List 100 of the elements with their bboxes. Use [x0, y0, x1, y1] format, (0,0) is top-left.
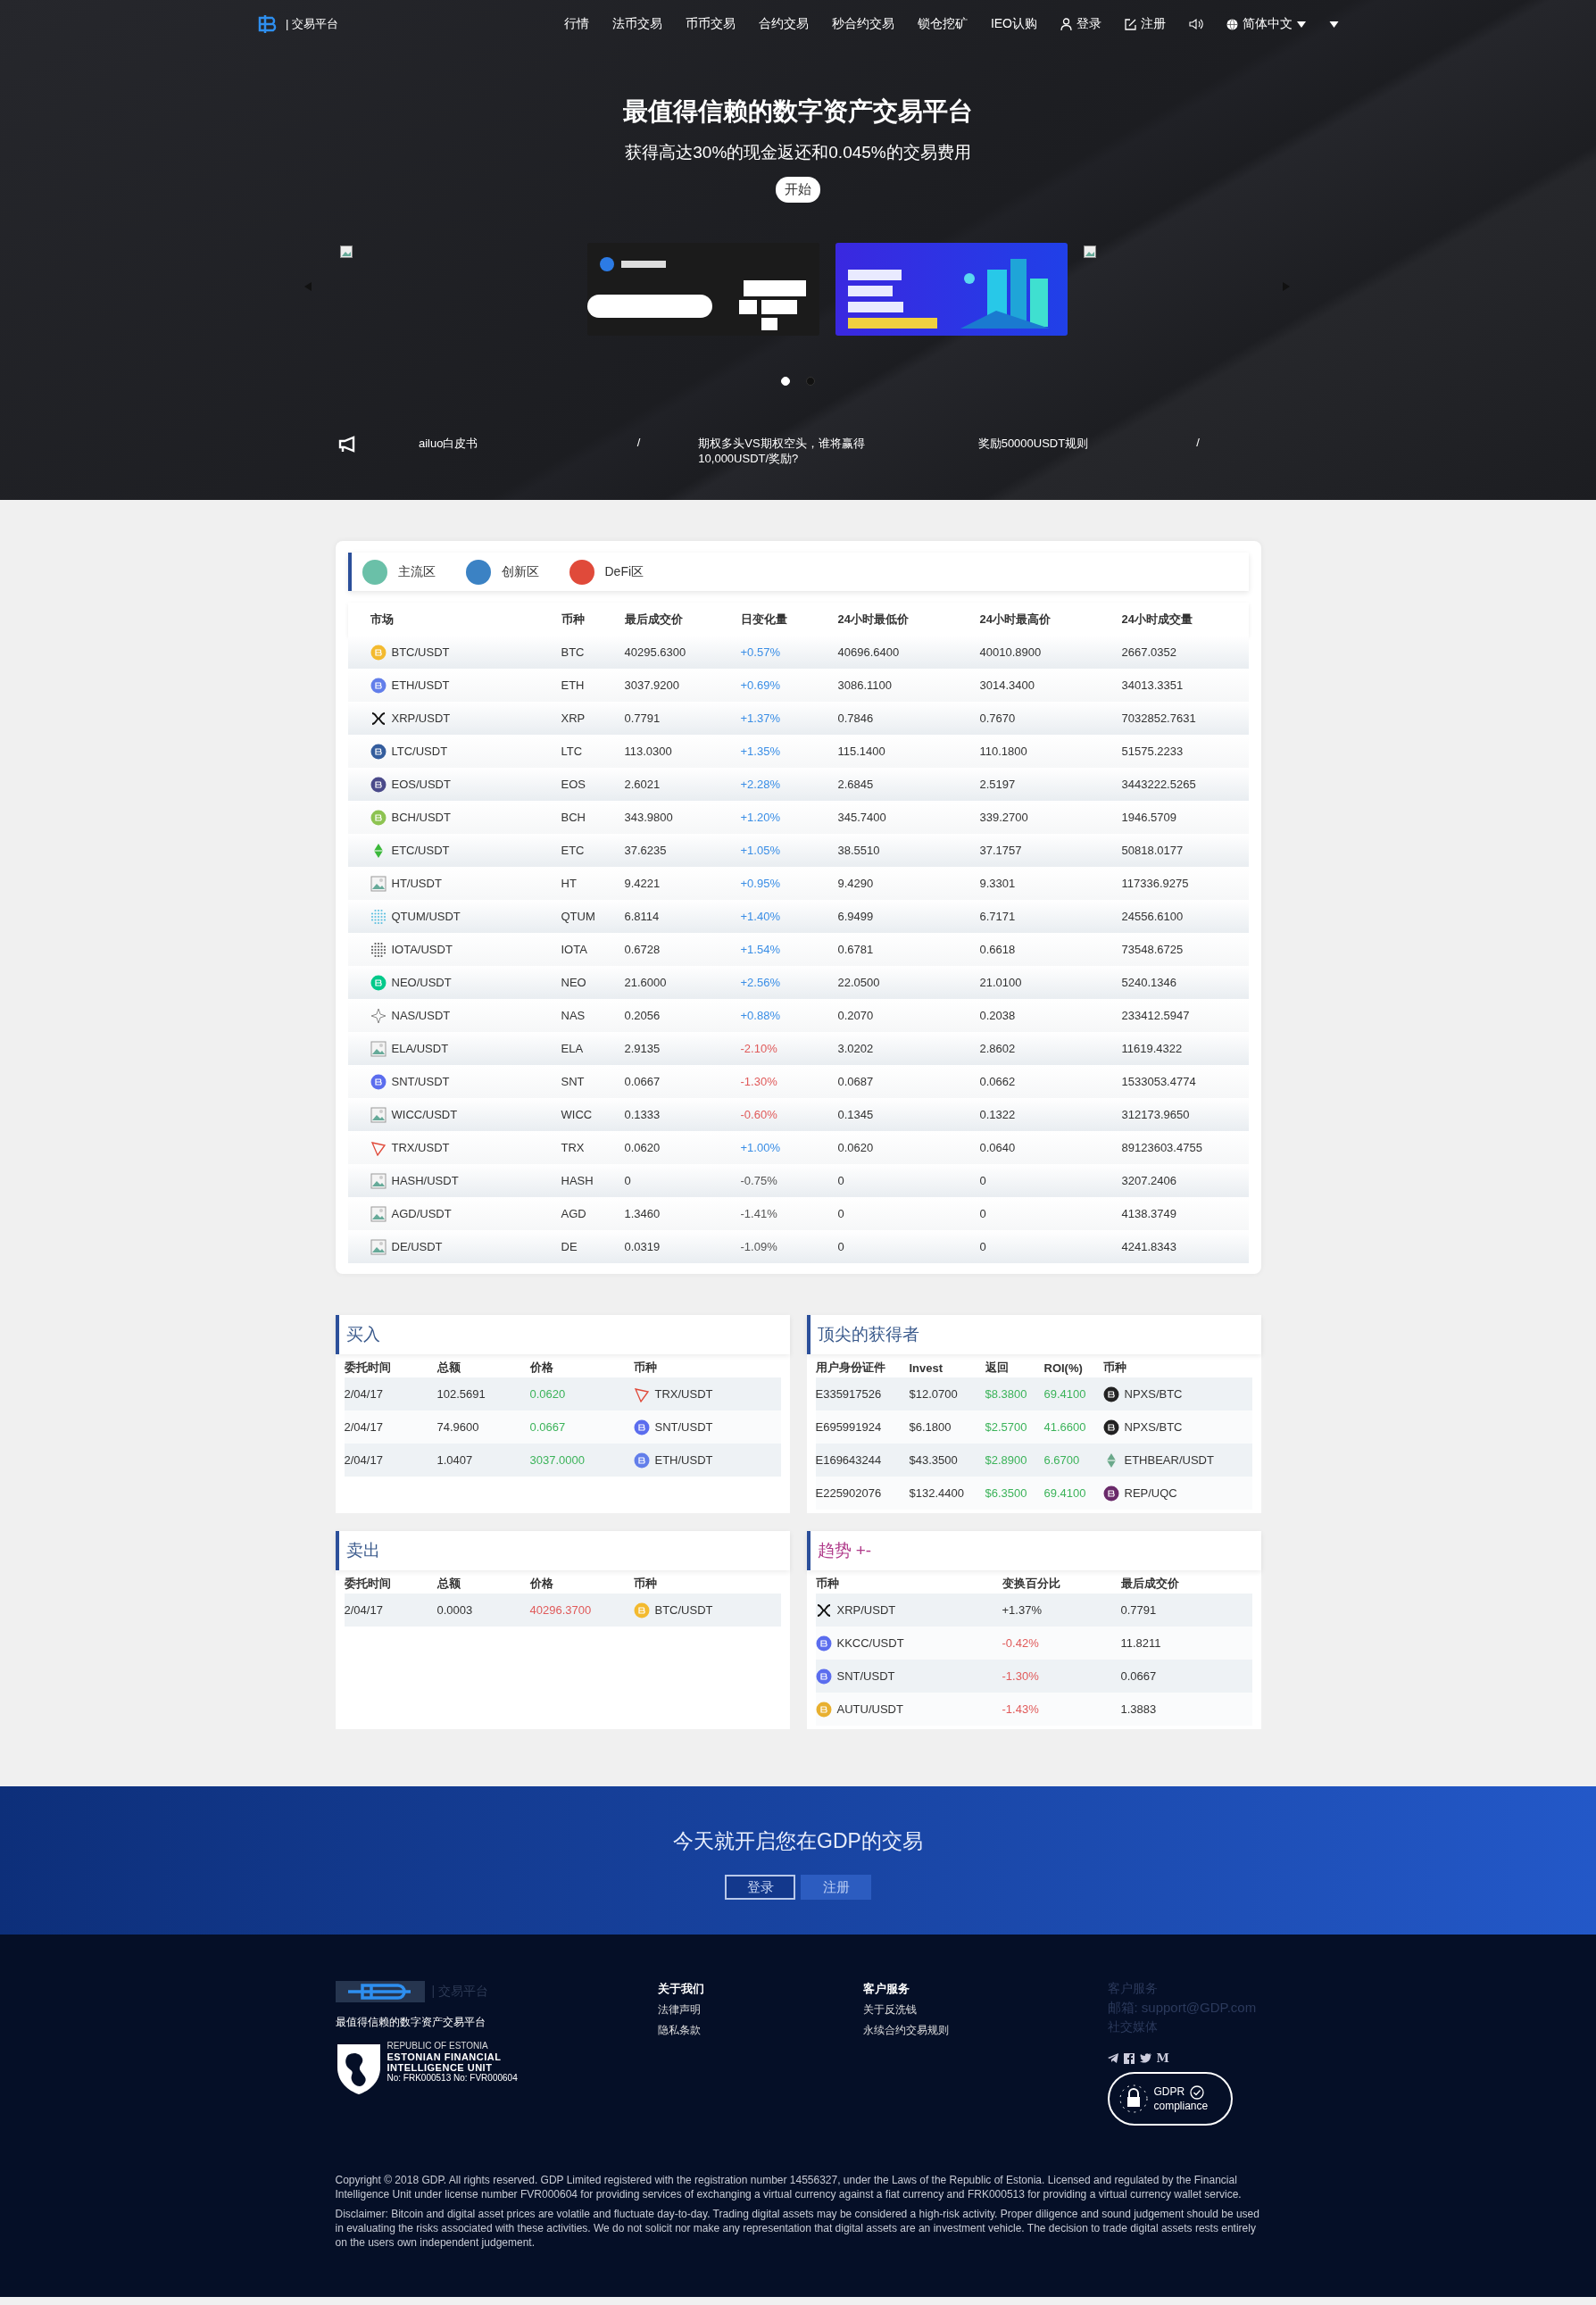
low-price: 345.7400: [837, 811, 887, 824]
last-price: 0.0667: [624, 1075, 661, 1088]
low-price: 3.0202: [837, 1042, 875, 1055]
last-price: 37.6235: [624, 844, 668, 857]
footer-link[interactable]: 永续合约交易规则: [862, 2023, 1108, 2038]
column-header: 价格: [529, 1576, 554, 1592]
last-price: 0.7791: [624, 711, 661, 725]
coin-icon: [633, 1452, 650, 1469]
zone-tab[interactable]: DeFi区: [569, 559, 644, 585]
low-price: 3086.1100: [837, 678, 893, 692]
login-link[interactable]: 登录: [1060, 16, 1101, 32]
last-price: 0.2056: [624, 1009, 661, 1022]
nav-link[interactable]: 秒合约交易: [831, 16, 894, 32]
last-price: 113.0300: [624, 745, 673, 758]
volume: 51575.2233: [1121, 745, 1185, 758]
return-amount: $2.5700: [985, 1420, 1028, 1434]
column-header: 委托时间: [344, 1360, 392, 1376]
high-price: 0.2038: [979, 1009, 1017, 1022]
coin-symbol: LTC: [561, 745, 584, 758]
nav-link[interactable]: 币币交易: [685, 16, 736, 32]
column-header: 用户身份证件: [815, 1360, 886, 1376]
return-amount: $6.3500: [985, 1486, 1028, 1500]
footer-link[interactable]: 关于反洗钱: [862, 2002, 1108, 2018]
caret-icon[interactable]: [1329, 21, 1339, 28]
carousel-dot[interactable]: [806, 377, 815, 386]
broken-image-icon: [370, 1040, 387, 1057]
column-header: 24小时成交量: [1121, 611, 1193, 628]
volume: 4138.3749: [1121, 1207, 1177, 1220]
coin-symbol: XRP: [561, 711, 586, 725]
volume: 50818.0177: [1121, 844, 1185, 857]
nav-link[interactable]: 合约交易: [758, 16, 809, 32]
column-header: 币种: [633, 1360, 658, 1376]
nav-link[interactable]: 锁仓挖矿: [917, 16, 968, 32]
last-price: 2.9135: [624, 1042, 661, 1055]
low-price: 0.6781: [837, 943, 875, 956]
nav-link[interactable]: 行情: [563, 16, 589, 32]
high-price: 0.0640: [979, 1141, 1017, 1154]
order-time: 2/04/17: [344, 1420, 384, 1434]
coin-symbol: QTUM: [561, 910, 596, 923]
notice-link[interactable]: 奖励50000USDT规则: [977, 436, 1089, 451]
low-price: 0: [837, 1174, 845, 1187]
pair-name: NAS/USDT: [391, 1009, 451, 1022]
language-selector[interactable]: 简体中文: [1226, 16, 1306, 32]
medium-link[interactable]: M: [1156, 2051, 1169, 2065]
volume: 1946.5709: [1121, 811, 1177, 824]
coin-symbol: TRX: [561, 1141, 586, 1154]
volume: 73548.6725: [1121, 943, 1185, 956]
register-link[interactable]: 注册: [1125, 16, 1166, 32]
last-price: 0.1333: [624, 1108, 661, 1121]
coin-icon: [370, 644, 387, 661]
notice-link[interactable]: 期权多头VS期权空头，谁将赢得10,000USDT/奖励?: [698, 436, 920, 466]
coin-icon: [370, 776, 387, 793]
high-price: 110.1800: [979, 745, 1028, 758]
globe-icon[interactable]: [1226, 18, 1238, 30]
login-button[interactable]: 登录: [725, 1875, 795, 1900]
last-price: 9.4221: [624, 877, 661, 890]
nav-link[interactable]: IEO认购: [990, 16, 1037, 32]
telegram-icon[interactable]: [1107, 2053, 1118, 2063]
zone-tab[interactable]: 创新区: [465, 559, 539, 585]
pair-name: AGD/USDT: [391, 1207, 452, 1220]
column-header: 返回: [985, 1360, 1010, 1376]
separator: /: [636, 436, 641, 451]
last-price: 343.9800: [624, 811, 674, 824]
pair-name: LTC/USDT: [391, 745, 448, 758]
daily-change: +0.57%: [740, 645, 781, 659]
coin-symbol: DE: [561, 1240, 578, 1253]
twitter-icon[interactable]: [1139, 2053, 1151, 2063]
high-price: 339.2700: [979, 811, 1029, 824]
last-price: 0.0620: [624, 1141, 661, 1154]
last-price: 11.8211: [1120, 1636, 1162, 1650]
order-price: 3037.0000: [529, 1453, 586, 1467]
daily-change: +1.40%: [740, 910, 781, 923]
pair-name: ETC/USDT: [391, 844, 450, 857]
zone-tab[interactable]: 主流区: [362, 559, 436, 585]
pair-name: NPXS/BTC: [1124, 1387, 1183, 1401]
pair-name: NEO/USDT: [391, 976, 452, 989]
daily-change: -0.60%: [740, 1108, 778, 1121]
invest-amount: $6.1800: [909, 1420, 952, 1434]
register-button[interactable]: 注册: [801, 1875, 871, 1900]
high-price: 0.6618: [979, 943, 1017, 956]
coin-symbol: HT: [561, 877, 578, 890]
order-time: 2/04/17: [344, 1453, 384, 1467]
daily-change: -1.30%: [740, 1075, 778, 1088]
last-price: 21.6000: [624, 976, 668, 989]
user-icon[interactable]: [1060, 18, 1072, 30]
notice-link[interactable]: ailuo白皮书: [419, 436, 478, 451]
start-button[interactable]: 开始: [776, 177, 820, 203]
speaker-icon[interactable]: [1189, 18, 1203, 30]
high-price: 0.0662: [979, 1075, 1017, 1088]
low-price: 0.0687: [837, 1075, 875, 1088]
caret-icon[interactable]: [1297, 21, 1306, 28]
facebook-icon[interactable]: [1123, 2052, 1135, 2064]
volume: 233412.5947: [1121, 1009, 1191, 1022]
badge-text: REPUBLIC OF ESTONIA: [387, 2041, 489, 2051]
low-price: 115.1400: [837, 745, 886, 758]
column-header: ROI(%): [1043, 1361, 1084, 1375]
nav-link[interactable]: 法币交易: [611, 16, 662, 32]
footer-link[interactable]: 法律声明: [657, 2002, 863, 2018]
footer-link[interactable]: 隐私条款: [657, 2023, 863, 2038]
edit-icon[interactable]: [1125, 18, 1136, 30]
